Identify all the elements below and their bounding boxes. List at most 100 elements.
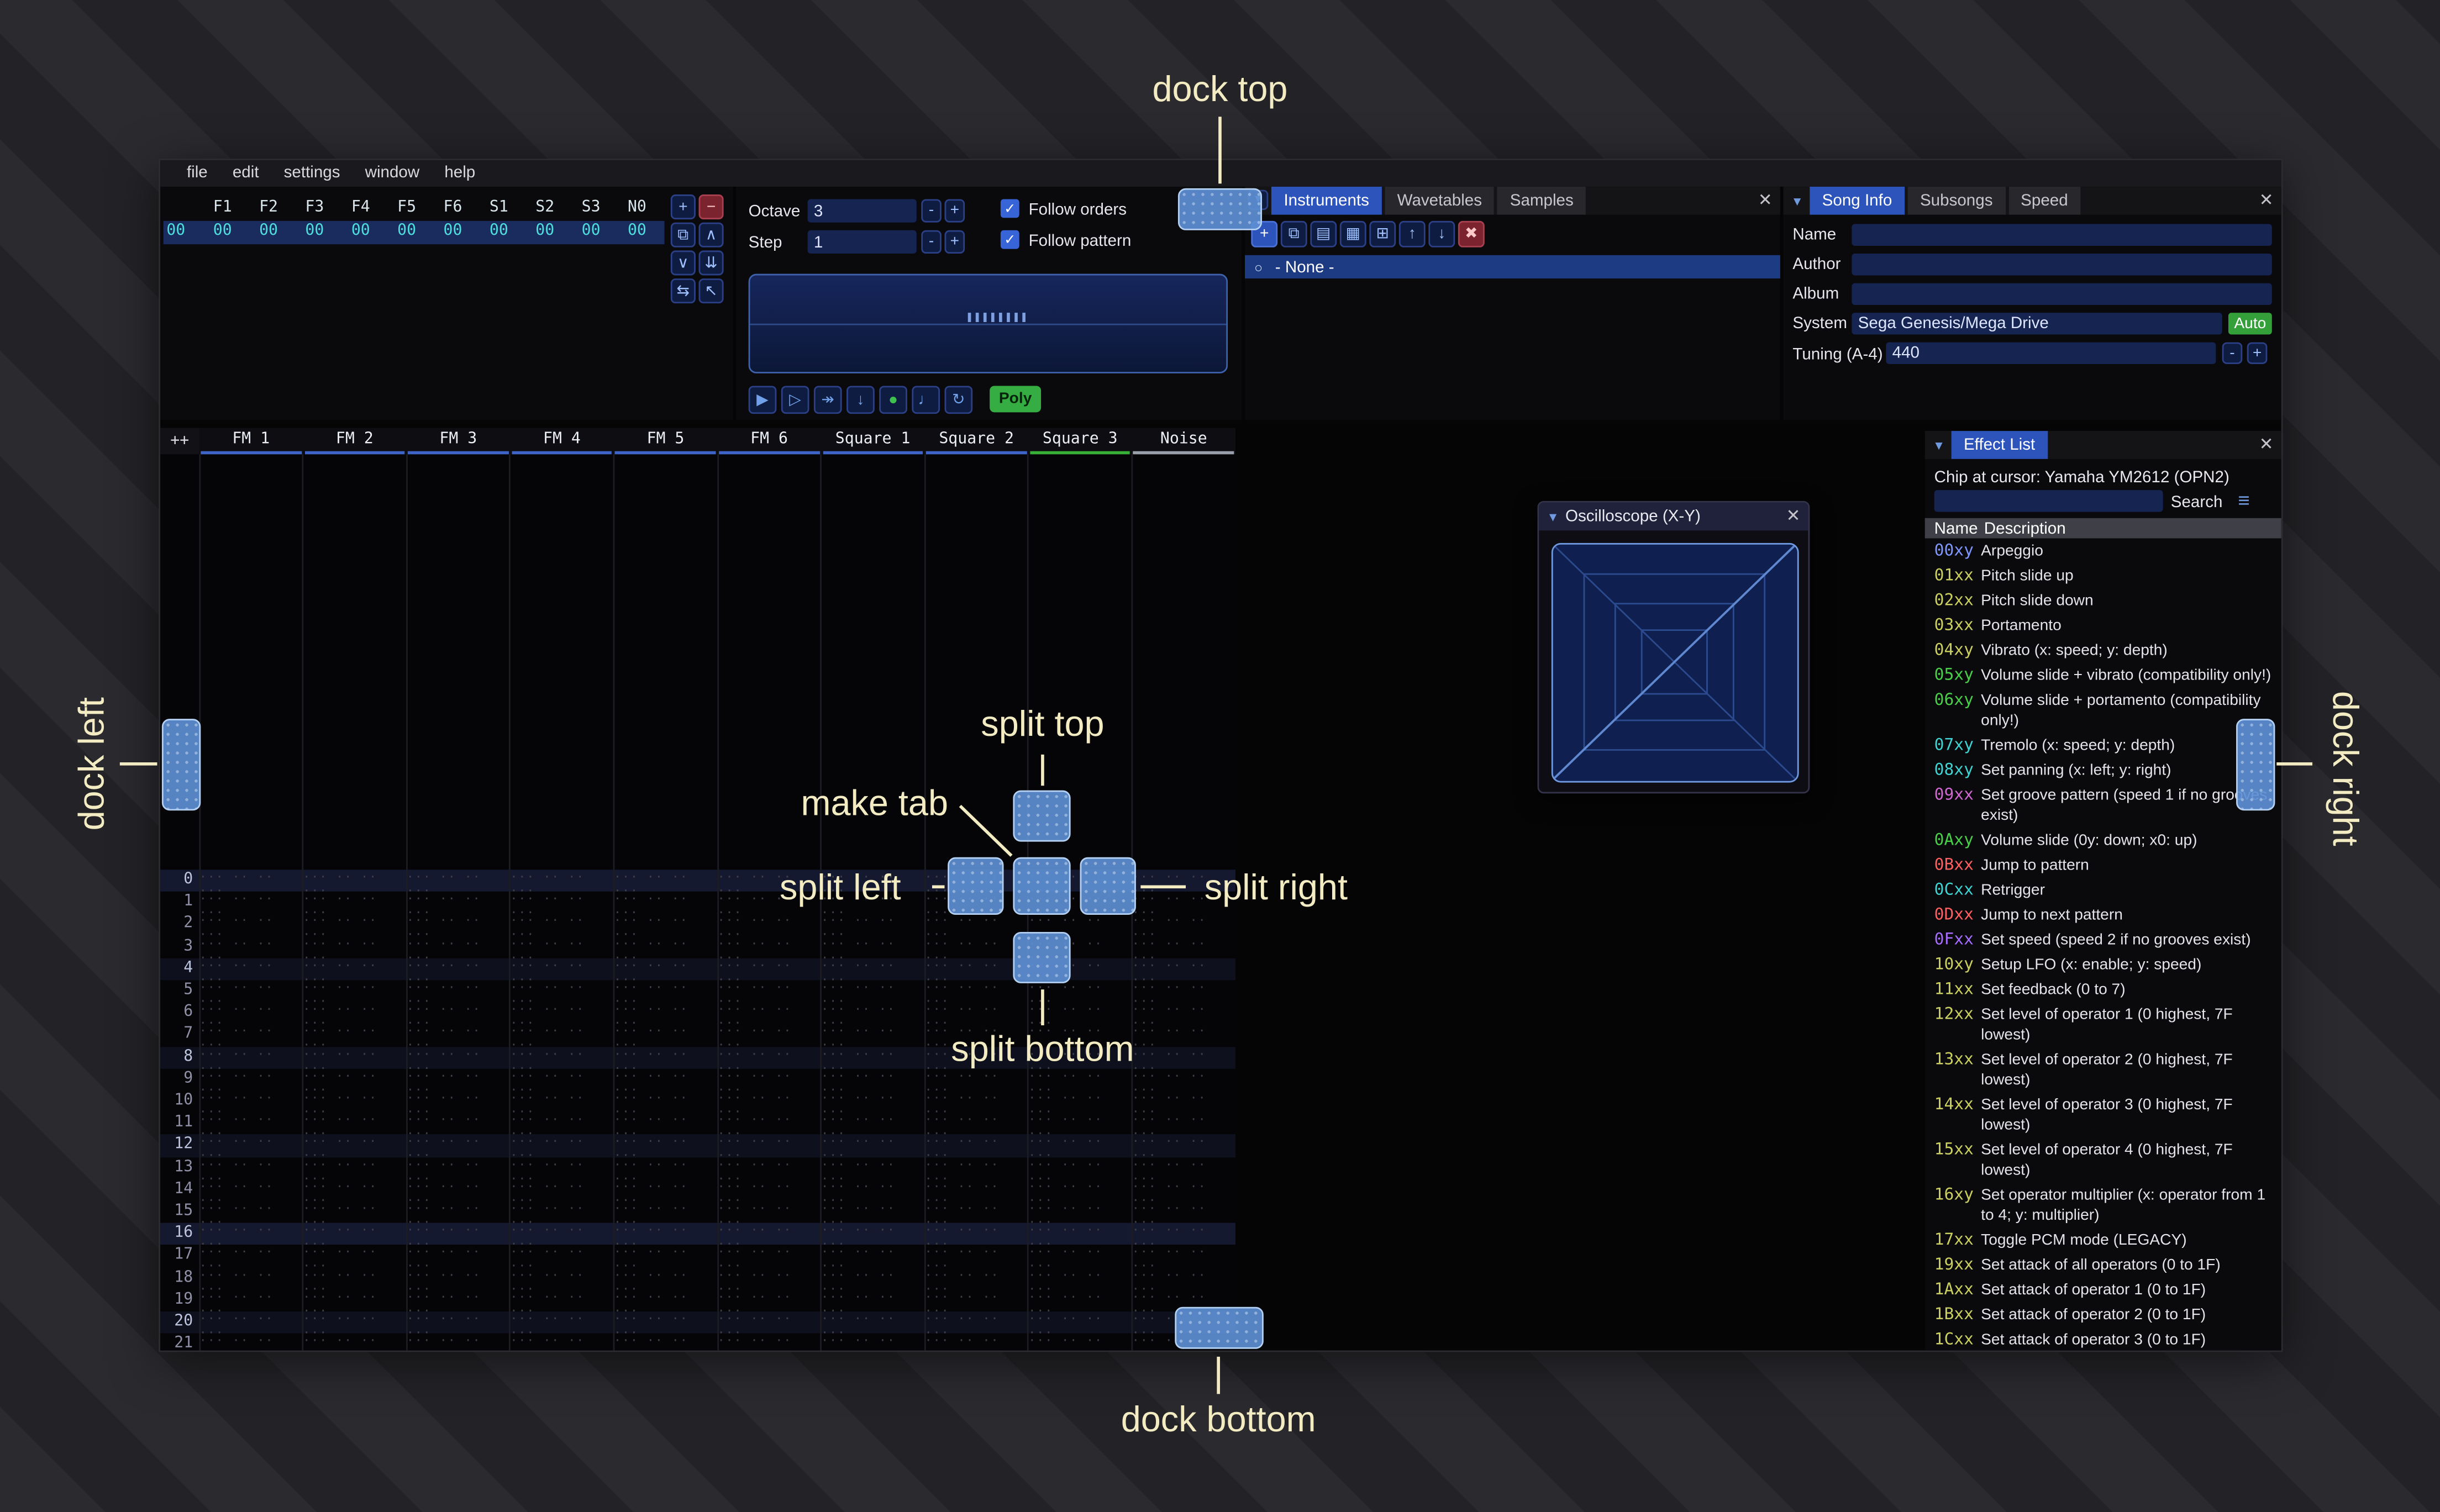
dock-target-right[interactable] xyxy=(2236,719,2275,811)
tab-speed[interactable]: Speed xyxy=(2008,186,2081,215)
move-instrument-down-button[interactable]: ↓ xyxy=(1428,220,1455,247)
dock-target-split-bottom[interactable] xyxy=(1013,931,1071,983)
channel-header-square-1[interactable]: Square 1 xyxy=(821,428,925,451)
menu-item-file[interactable]: file xyxy=(176,160,218,187)
add-order-button[interactable]: + xyxy=(670,194,696,220)
order-value[interactable]: 00 xyxy=(340,223,381,240)
effect-search-input[interactable] xyxy=(1934,490,2163,512)
pattern-row-21[interactable]: 21 ... .. .. ... ... .. .. ... ... .. .. ..… xyxy=(160,1331,1235,1351)
follow-pattern-checkbox[interactable]: ✓ xyxy=(1000,230,1019,249)
dock-target-top[interactable] xyxy=(1177,188,1263,230)
menu-item-settings[interactable]: settings xyxy=(273,160,351,187)
instrument-folders-button[interactable]: ⊞ xyxy=(1369,220,1396,247)
duplicate-order-end-button[interactable]: ⇊ xyxy=(698,250,724,276)
tab-effect-list[interactable]: Effect List xyxy=(1951,431,2048,459)
channel-header-fm-6[interactable]: FM 6 xyxy=(717,428,821,451)
collapse-icon[interactable]: ▼ xyxy=(1791,194,1803,208)
collapse-icon[interactable]: ▼ xyxy=(1933,438,1945,452)
dock-target-split-left[interactable] xyxy=(948,857,1004,915)
effect-description: Jump to next pattern xyxy=(1981,906,2123,924)
channel-header-fm-2[interactable]: FM 2 xyxy=(303,428,407,451)
instrument-list-item[interactable]: ○ - None - xyxy=(1245,255,1780,279)
remove-order-button[interactable]: − xyxy=(698,194,724,220)
move-order-up-button[interactable]: ∧ xyxy=(698,222,724,247)
close-icon[interactable]: ✕ xyxy=(2259,434,2274,455)
channel-header-fm-3[interactable]: FM 3 xyxy=(407,428,511,451)
tab-instruments[interactable]: Instruments xyxy=(1271,186,1382,215)
move-down-button[interactable]: ↓ xyxy=(846,386,875,414)
tuning-decrease-button[interactable]: - xyxy=(2222,342,2243,365)
order-value[interactable]: 00 xyxy=(617,223,657,240)
tab-subsongs[interactable]: Subsongs xyxy=(1907,186,2006,215)
channel-header-square-2[interactable]: Square 2 xyxy=(924,428,1028,451)
step-increase-button[interactable]: + xyxy=(944,230,965,254)
channel-header-square-3[interactable]: Square 3 xyxy=(1028,428,1132,451)
play-button[interactable]: ▶ xyxy=(748,386,777,414)
dock-target-split-right[interactable] xyxy=(1080,857,1136,915)
channel-header-fm-5[interactable]: FM 5 xyxy=(614,428,718,451)
auto-system-button[interactable]: Auto xyxy=(2228,313,2272,335)
dock-target-left[interactable] xyxy=(161,719,201,811)
metronome-button[interactable]: ♩ xyxy=(912,386,940,414)
dock-target-bottom[interactable] xyxy=(1175,1306,1264,1349)
menu-item-window[interactable]: window xyxy=(354,160,430,187)
tuning-input[interactable]: 440 xyxy=(1886,342,2216,365)
effect-code: 19xx xyxy=(1934,1255,1974,1274)
edit-toggle-button[interactable]: ● xyxy=(879,386,907,414)
album-input[interactable] xyxy=(1852,283,2272,305)
order-value[interactable]: 00 xyxy=(202,223,243,240)
order-row[interactable]: 00 00 00 00 00 00 00 00 00 00 00 xyxy=(163,220,665,245)
tab-wavetables[interactable]: Wavetables xyxy=(1385,186,1495,215)
play-from-start-button[interactable]: ▷ xyxy=(781,386,809,414)
move-order-down-button[interactable]: ∨ xyxy=(670,250,696,276)
order-value[interactable]: 00 xyxy=(525,223,565,240)
collapse-icon[interactable]: ▼ xyxy=(1547,509,1559,523)
menu-item-help[interactable]: help xyxy=(434,160,486,187)
channel-header-fm-4[interactable]: FM 4 xyxy=(510,428,614,451)
order-edit-mode-button[interactable]: ↖ xyxy=(698,278,724,304)
step-play-button[interactable]: ↠ xyxy=(813,386,842,414)
step-input[interactable]: 1 xyxy=(807,230,917,254)
follow-orders-checkbox[interactable]: ✓ xyxy=(1000,199,1019,218)
channel-header-noise[interactable]: Noise xyxy=(1132,428,1236,451)
order-value[interactable]: 00 xyxy=(571,223,611,240)
step-decrease-button[interactable]: - xyxy=(921,230,942,254)
tab-song-info[interactable]: Song Info xyxy=(1810,186,1905,215)
dock-target-make-tab[interactable] xyxy=(1013,857,1071,915)
poly-button[interactable]: Poly xyxy=(990,386,1042,413)
close-icon[interactable]: ✕ xyxy=(1786,505,1800,526)
dock-target-split-top[interactable] xyxy=(1013,790,1071,842)
channel-header-fm-1[interactable]: FM 1 xyxy=(199,428,303,451)
menu-item-edit[interactable]: edit xyxy=(222,160,270,187)
effect-code: 06xy xyxy=(1934,690,1974,709)
tuning-increase-button[interactable]: + xyxy=(2247,342,2268,365)
expand-channels-button[interactable]: ++ xyxy=(160,428,199,455)
order-value[interactable]: 00 xyxy=(478,223,519,240)
tab-samples[interactable]: Samples xyxy=(1497,186,1586,215)
move-instrument-up-button[interactable]: ↑ xyxy=(1398,220,1426,247)
close-icon[interactable]: ✕ xyxy=(2259,190,2274,210)
effect-row-0Cxx: 0Cxx Retrigger xyxy=(1925,877,2281,902)
order-change-mode-button[interactable]: ⇆ xyxy=(670,278,696,304)
octave-decrease-button[interactable]: - xyxy=(921,199,942,223)
hamburger-icon[interactable]: ≡ xyxy=(2233,489,2254,512)
duplicate-instrument-button[interactable]: ⧉ xyxy=(1280,220,1307,247)
duplicate-order-button[interactable]: ⧉ xyxy=(670,222,696,247)
close-icon[interactable]: ✕ xyxy=(1758,190,1773,210)
order-value[interactable]: 00 xyxy=(248,223,288,240)
piano-preview[interactable] xyxy=(748,273,1228,373)
delete-instrument-button[interactable]: ✖ xyxy=(1458,220,1485,247)
order-value[interactable]: 00 xyxy=(433,223,473,240)
order-value[interactable]: 00 xyxy=(387,223,427,240)
octave-input[interactable]: 3 xyxy=(807,199,917,223)
octave-increase-button[interactable]: + xyxy=(944,199,965,223)
name-input[interactable] xyxy=(1852,224,2272,246)
author-input[interactable] xyxy=(1852,254,2272,276)
save-instrument-button[interactable]: ▦ xyxy=(1339,220,1366,247)
order-value[interactable]: 00 xyxy=(295,223,335,240)
repeat-pattern-button[interactable]: ↻ xyxy=(944,386,973,414)
system-input[interactable]: Sega Genesis/Mega Drive xyxy=(1852,313,2222,335)
oscilloscope-titlebar[interactable]: ▼ Oscilloscope (X-Y) ✕ xyxy=(1539,502,1808,531)
row-number: 0 xyxy=(183,871,193,889)
open-instrument-button[interactable]: ▤ xyxy=(1310,220,1337,247)
